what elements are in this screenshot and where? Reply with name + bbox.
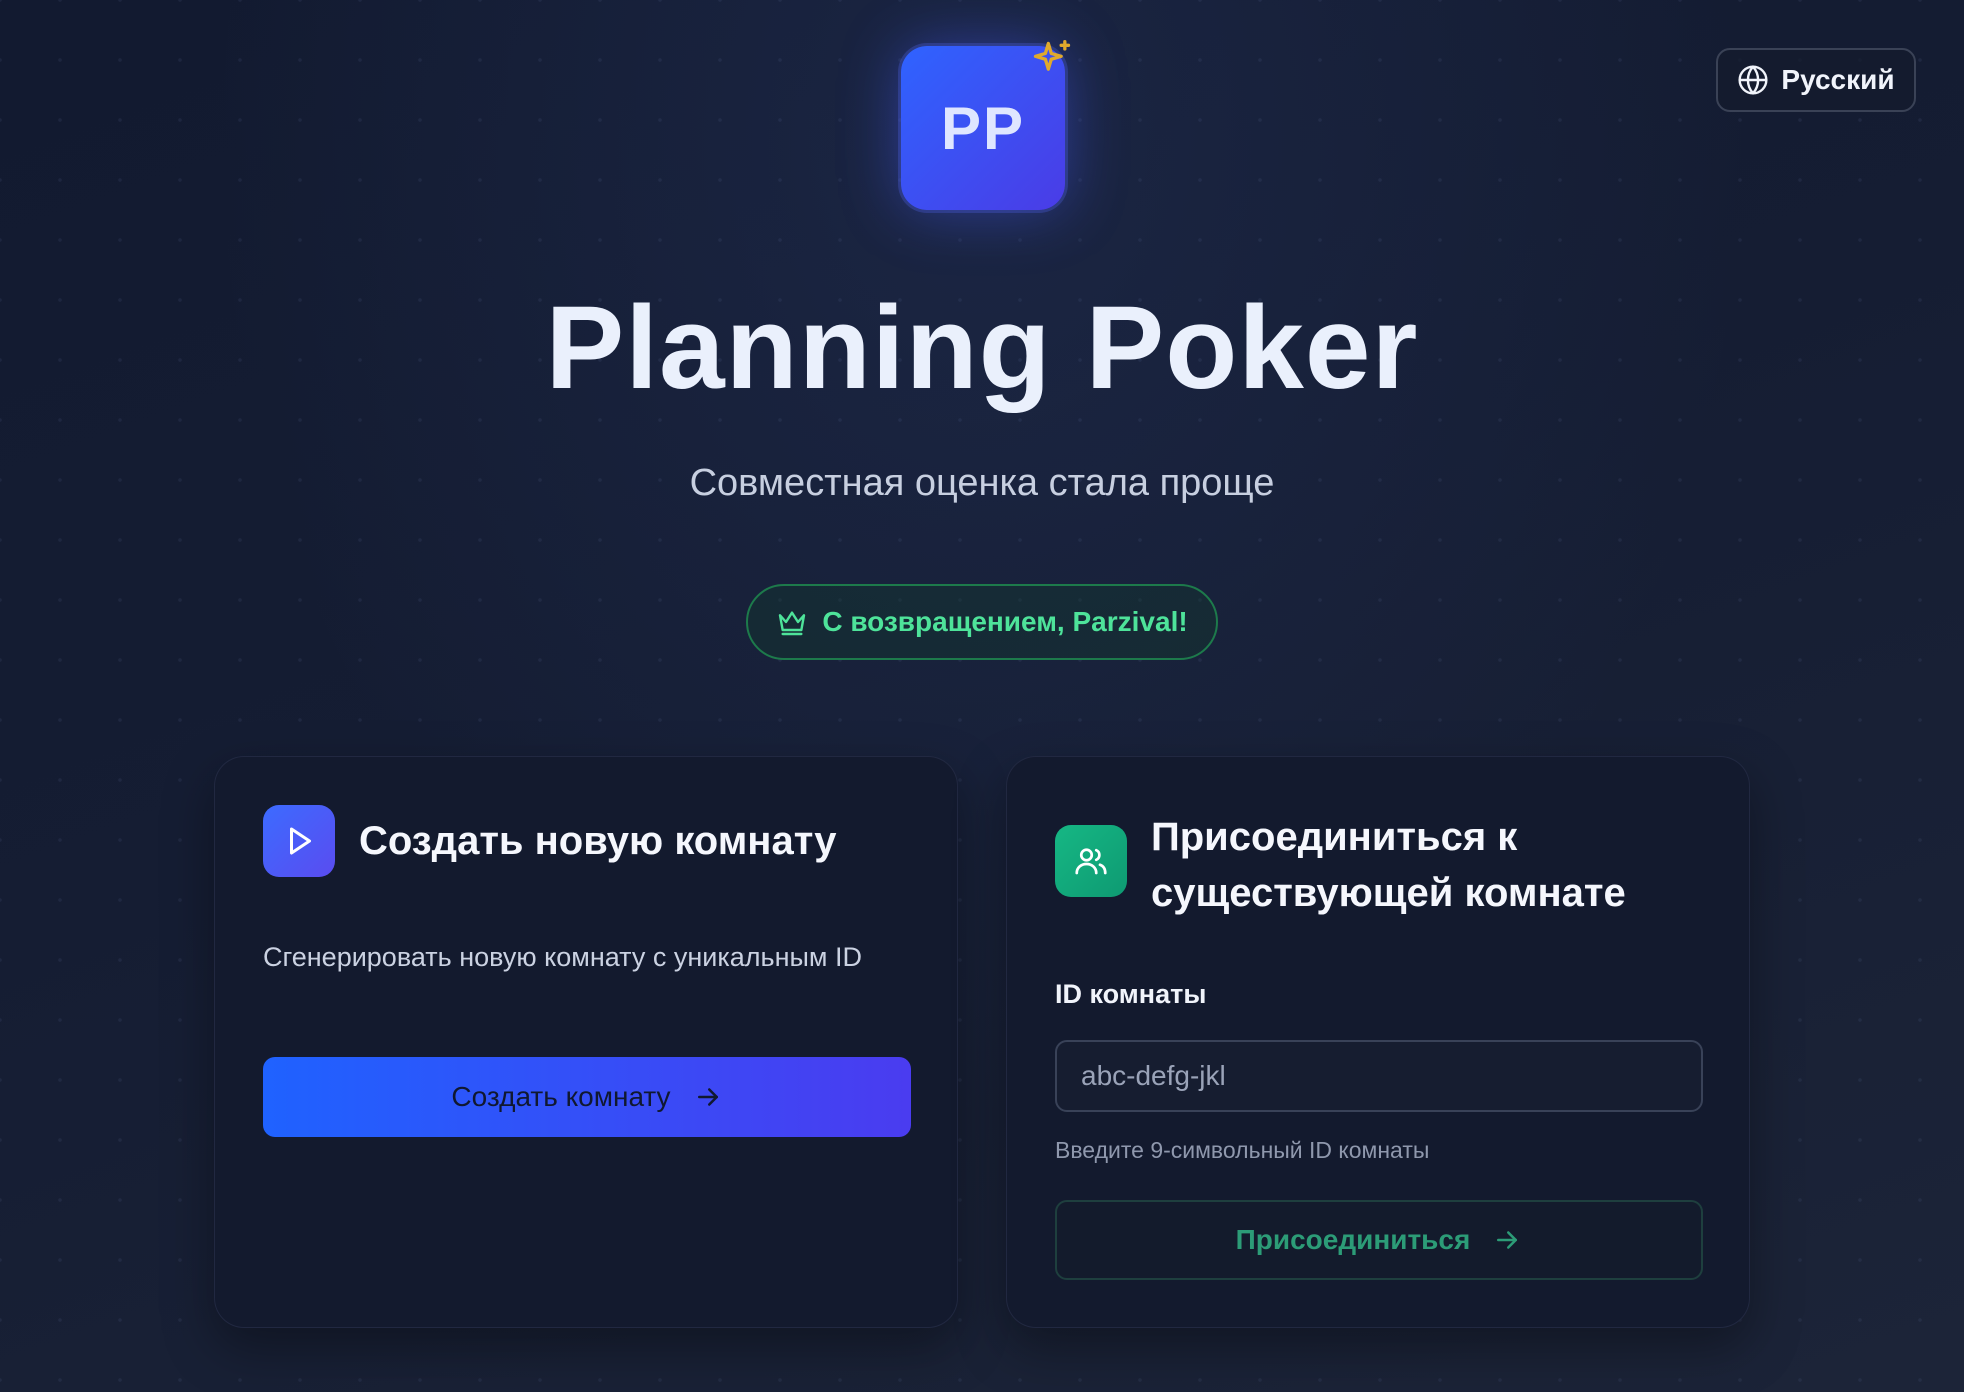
welcome-text: С возвращением, Parzival!: [822, 606, 1188, 637]
logo-text: PP: [940, 94, 1026, 162]
join-room-card: Присоединиться к существующей комнате ID…: [1006, 756, 1750, 1328]
join-room-icon-badge: [1055, 825, 1127, 897]
page-subtitle: Совместная оценка стала проще: [689, 462, 1275, 504]
create-room-button-label: Создать комнату: [451, 1081, 671, 1112]
arrow-right-icon: [697, 1088, 718, 1106]
join-room-button-label: Присоединиться: [1235, 1224, 1471, 1255]
join-room-title: Присоединиться к существующей комнате: [1151, 815, 1626, 915]
create-room-card: Создать новую комнату Сгенерировать нову…: [214, 756, 958, 1328]
welcome-badge: С возвращением, Parzival!: [746, 584, 1218, 660]
globe-icon: [1738, 65, 1768, 95]
room-id-input[interactable]: [1055, 1040, 1703, 1112]
create-room-title: Создать новую комнату: [359, 819, 837, 863]
users-icon: [1075, 848, 1107, 875]
join-room-button[interactable]: Присоединиться: [1055, 1200, 1703, 1280]
page-title: Planning Poker: [545, 282, 1419, 414]
sparkle-icon: [1033, 40, 1071, 71]
language-switcher[interactable]: Русский: [1716, 48, 1916, 112]
play-icon: [290, 827, 311, 855]
create-room-description: Сгенерировать новую комнату с уникальным…: [263, 942, 862, 972]
arrow-right-icon: [1497, 1231, 1518, 1249]
create-room-icon-badge: [263, 805, 335, 877]
crown-icon: [779, 611, 806, 636]
language-label: Русский: [1781, 64, 1895, 95]
room-id-label: ID комнаты: [1055, 979, 1207, 1009]
room-id-hint: Введите 9-символьный ID комнаты: [1055, 1137, 1430, 1163]
create-room-button[interactable]: Создать комнату: [263, 1057, 911, 1137]
